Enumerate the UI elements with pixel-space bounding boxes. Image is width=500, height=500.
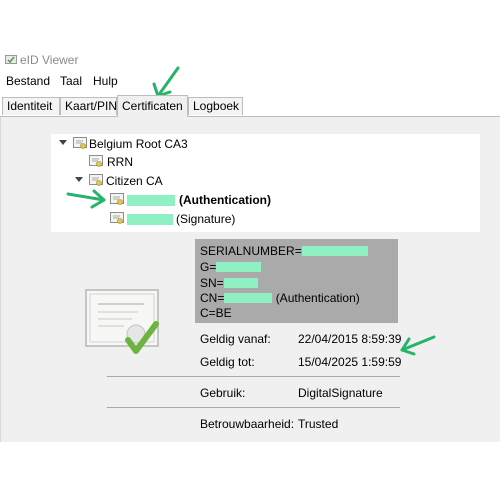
annotation-arrow-icon xyxy=(66,189,106,209)
valid-from-value: 22/04/2015 8:59:39 xyxy=(298,332,402,346)
redaction xyxy=(224,293,273,303)
tree-label-signature: (Signature) xyxy=(176,212,236,226)
divider xyxy=(107,407,400,408)
subject-cn-suffix: (Authentication) xyxy=(275,291,360,305)
tab-logboek[interactable]: Logboek xyxy=(188,97,243,115)
certificate-tree[interactable]: Belgium Root CA3 RRN Citizen CA (Authent… xyxy=(51,134,480,232)
tree-label-root: Belgium Root CA3 xyxy=(89,137,188,151)
redaction xyxy=(216,262,262,272)
title-bar: eID Viewer xyxy=(0,50,500,72)
certificate-icon xyxy=(110,193,124,205)
menu-bestand[interactable]: Bestand xyxy=(6,74,50,88)
redaction xyxy=(301,246,368,256)
subject-g-label: G= xyxy=(200,260,217,274)
certificate-icon xyxy=(73,137,87,149)
subject-serial-label: SERIALNUMBER= xyxy=(200,244,302,258)
valid-from-label: Geldig vanaf: xyxy=(200,332,271,346)
certificate-icon xyxy=(110,212,124,224)
valid-to-label: Geldig tot: xyxy=(200,355,255,369)
subject-g: G= xyxy=(200,260,262,274)
tab-identiteit[interactable]: Identiteit xyxy=(2,97,60,115)
window-title: eID Viewer xyxy=(20,53,79,67)
certificate-icon xyxy=(89,174,103,186)
redaction xyxy=(223,278,258,288)
divider xyxy=(107,376,400,377)
expand-toggle-icon[interactable] xyxy=(59,140,67,145)
subject-c: C=BE xyxy=(200,306,232,320)
menu-bar: Bestand Taal Hulp xyxy=(0,72,500,92)
subject-cn-label: CN= xyxy=(200,291,225,305)
tree-item-rrn[interactable]: RRN xyxy=(89,154,189,172)
tree-label-authentication: (Authentication) xyxy=(179,193,271,207)
subject-sn: SN= xyxy=(200,276,258,290)
usage-label: Gebruik: xyxy=(200,386,246,400)
subject-sn-label: SN= xyxy=(200,276,224,290)
tree-item-root[interactable]: Belgium Root CA3 xyxy=(59,136,299,154)
certificate-icon xyxy=(89,155,103,167)
tab-certificaten[interactable]: Certificaten xyxy=(117,95,188,117)
valid-to-value: 15/04/2025 1:59:59 xyxy=(298,355,402,369)
certificate-seal-icon xyxy=(85,289,159,354)
panel-border xyxy=(0,117,1,442)
subject-box: SERIALNUMBER= G= SN= CN= (Authentication… xyxy=(195,239,398,323)
app-icon xyxy=(5,55,17,64)
tab-kaart-pin[interactable]: Kaart/PIN xyxy=(60,97,117,115)
subject-serial: SERIALNUMBER= xyxy=(200,244,368,258)
menu-hulp[interactable]: Hulp xyxy=(93,74,118,88)
expand-toggle-icon[interactable] xyxy=(75,177,83,182)
menu-taal[interactable]: Taal xyxy=(60,74,82,88)
redaction xyxy=(127,195,175,206)
tree-label-rrn: RRN xyxy=(107,155,133,169)
tree-item-signature[interactable]: (Signature) xyxy=(110,211,260,229)
tab-strip: Identiteit Kaart/PIN Certificaten Logboe… xyxy=(0,95,500,117)
trust-label: Betrouwbaarheid: xyxy=(200,417,295,431)
tree-item-authentication[interactable]: (Authentication) xyxy=(110,192,280,210)
redaction xyxy=(127,214,173,225)
trust-value: Trusted xyxy=(298,417,339,431)
annotation-arrow-icon xyxy=(400,335,436,356)
subject-cn: CN= (Authentication) xyxy=(200,291,360,305)
usage-value: DigitalSignature xyxy=(298,386,383,400)
tree-label-citizen-ca: Citizen CA xyxy=(106,174,163,188)
